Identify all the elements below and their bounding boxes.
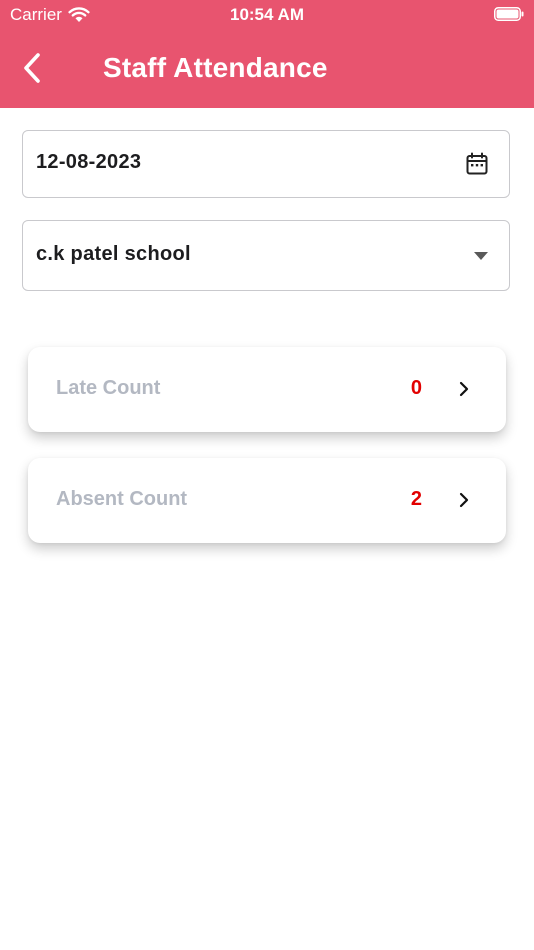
chevron-right-icon xyxy=(459,381,469,397)
date-field[interactable]: 12-08-2023 xyxy=(22,130,510,198)
status-bar: Carrier 10:54 AM xyxy=(0,0,534,30)
chevron-right-icon xyxy=(459,492,469,508)
dropdown-arrow-icon[interactable] xyxy=(474,252,488,260)
late-count-card[interactable]: Late Count 0 xyxy=(28,347,506,432)
calendar-icon[interactable] xyxy=(465,152,489,176)
absent-count-label: Absent Count xyxy=(56,488,188,510)
status-time: 10:54 AM xyxy=(229,5,304,24)
school-select[interactable]: c.k patel school xyxy=(22,220,510,291)
back-button[interactable] xyxy=(14,48,50,88)
app-header: Carrier 10:54 AM Staff Attendance xyxy=(0,0,534,108)
late-count-value: 0 xyxy=(410,377,422,399)
school-value: c.k patel school xyxy=(36,243,191,265)
page-title: Staff Attendance xyxy=(103,52,328,83)
late-count-label: Late Count xyxy=(56,377,161,399)
absent-count-value: 2 xyxy=(410,488,422,510)
chevron-left-icon xyxy=(24,53,40,83)
absent-count-card[interactable]: Absent Count 2 xyxy=(28,458,506,543)
battery-icon xyxy=(494,7,524,21)
date-value: 12-08-2023 xyxy=(36,151,142,173)
